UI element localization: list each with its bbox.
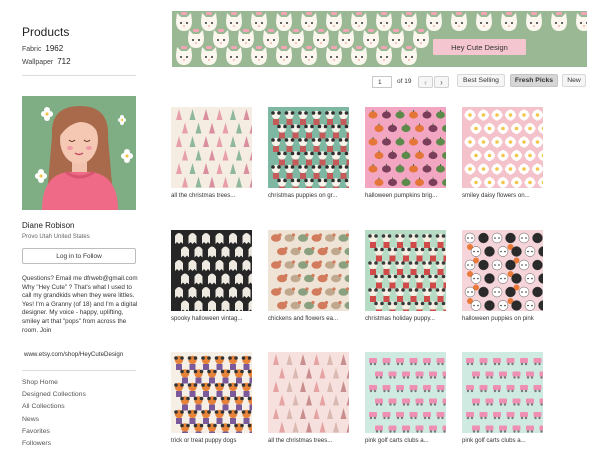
chevron-left-icon: ‹: [424, 77, 427, 87]
product-caption[interactable]: all the christmas trees...: [171, 192, 261, 199]
fabric-count: 1962: [45, 44, 64, 53]
fabric-stat: Fabric 1962: [22, 44, 63, 53]
divider: [22, 370, 136, 371]
product-caption[interactable]: chickens and flowers ea...: [268, 315, 358, 322]
product-thumbnail[interactable]: [462, 352, 543, 433]
user-name[interactable]: Diane Robison: [22, 221, 74, 230]
next-page-button[interactable]: ›: [434, 76, 449, 88]
product-caption[interactable]: christmas puppies on gr...: [268, 192, 358, 199]
product-thumbnail[interactable]: [171, 230, 252, 311]
prev-page-button[interactable]: ‹: [418, 76, 433, 88]
products-heading: Products: [22, 25, 70, 39]
product-thumbnail[interactable]: [462, 107, 543, 188]
product-caption[interactable]: smiley daisy flowers on...: [462, 192, 552, 199]
wallpaper-count: 712: [57, 57, 71, 66]
menu-item-designed-collections[interactable]: Designed Collections: [22, 389, 86, 401]
divider: [22, 75, 136, 76]
product-thumbnail[interactable]: [365, 107, 446, 188]
menu-item-shop-home[interactable]: Shop Home: [22, 377, 86, 389]
product-thumbnail[interactable]: [365, 230, 446, 311]
product-thumbnail[interactable]: [268, 230, 349, 311]
fabric-label: Fabric: [22, 46, 42, 53]
wallpaper-stat: Wallpaper 712: [22, 57, 71, 66]
sort-fresh-picks[interactable]: Fresh Picks: [510, 74, 558, 87]
chevron-right-icon: ›: [440, 77, 443, 87]
avatar[interactable]: [22, 96, 136, 210]
product-caption[interactable]: halloween puppies on pink: [462, 315, 552, 322]
user-location: Provo Utah United States: [22, 234, 90, 240]
follow-button[interactable]: Log in to Follow: [22, 248, 136, 264]
product-caption[interactable]: spooky halloween vintag...: [171, 315, 261, 322]
page-total: of 19: [397, 78, 412, 85]
shop-url-link[interactable]: www.etsy.com/shop/HeyCuteDesign: [24, 351, 123, 358]
product-thumbnail[interactable]: [171, 107, 252, 188]
bio-text: Questions? Email me dfrweb@gmail.com Why…: [22, 275, 138, 334]
product-caption[interactable]: pink golf carts clubs a...: [365, 437, 455, 444]
wallpaper-label: Wallpaper: [22, 59, 54, 66]
banner-shop-name: Hey Cute Design: [433, 39, 526, 55]
product-thumbnail[interactable]: [268, 352, 349, 433]
sidebar: Products Fabric 1962 Wallpaper 712 Diane…: [0, 0, 150, 448]
product-caption[interactable]: halloween pumpkins brig...: [365, 192, 455, 199]
product-caption[interactable]: trick or treat puppy dogs: [171, 437, 261, 444]
product-caption[interactable]: pink golf carts clubs a...: [462, 437, 552, 444]
product-caption[interactable]: all the christmas trees...: [268, 437, 358, 444]
product-thumbnail[interactable]: [365, 352, 446, 433]
menu-item-news[interactable]: News: [22, 414, 86, 426]
product-thumbnail[interactable]: [462, 230, 543, 311]
product-caption[interactable]: christmas holiday puppy...: [365, 315, 455, 322]
sort-new[interactable]: New: [562, 74, 586, 87]
product-thumbnail[interactable]: [268, 107, 349, 188]
menu-item-all-collections[interactable]: All Collections: [22, 401, 86, 413]
shop-menu: Shop Home Designed Collections All Colle…: [22, 377, 86, 450]
page-number-input[interactable]: [372, 76, 392, 88]
product-thumbnail[interactable]: [171, 352, 252, 433]
menu-item-favorites[interactable]: Favorites: [22, 426, 86, 438]
sort-best-selling[interactable]: Best Selling: [457, 74, 505, 87]
menu-item-followers[interactable]: Followers: [22, 438, 86, 450]
